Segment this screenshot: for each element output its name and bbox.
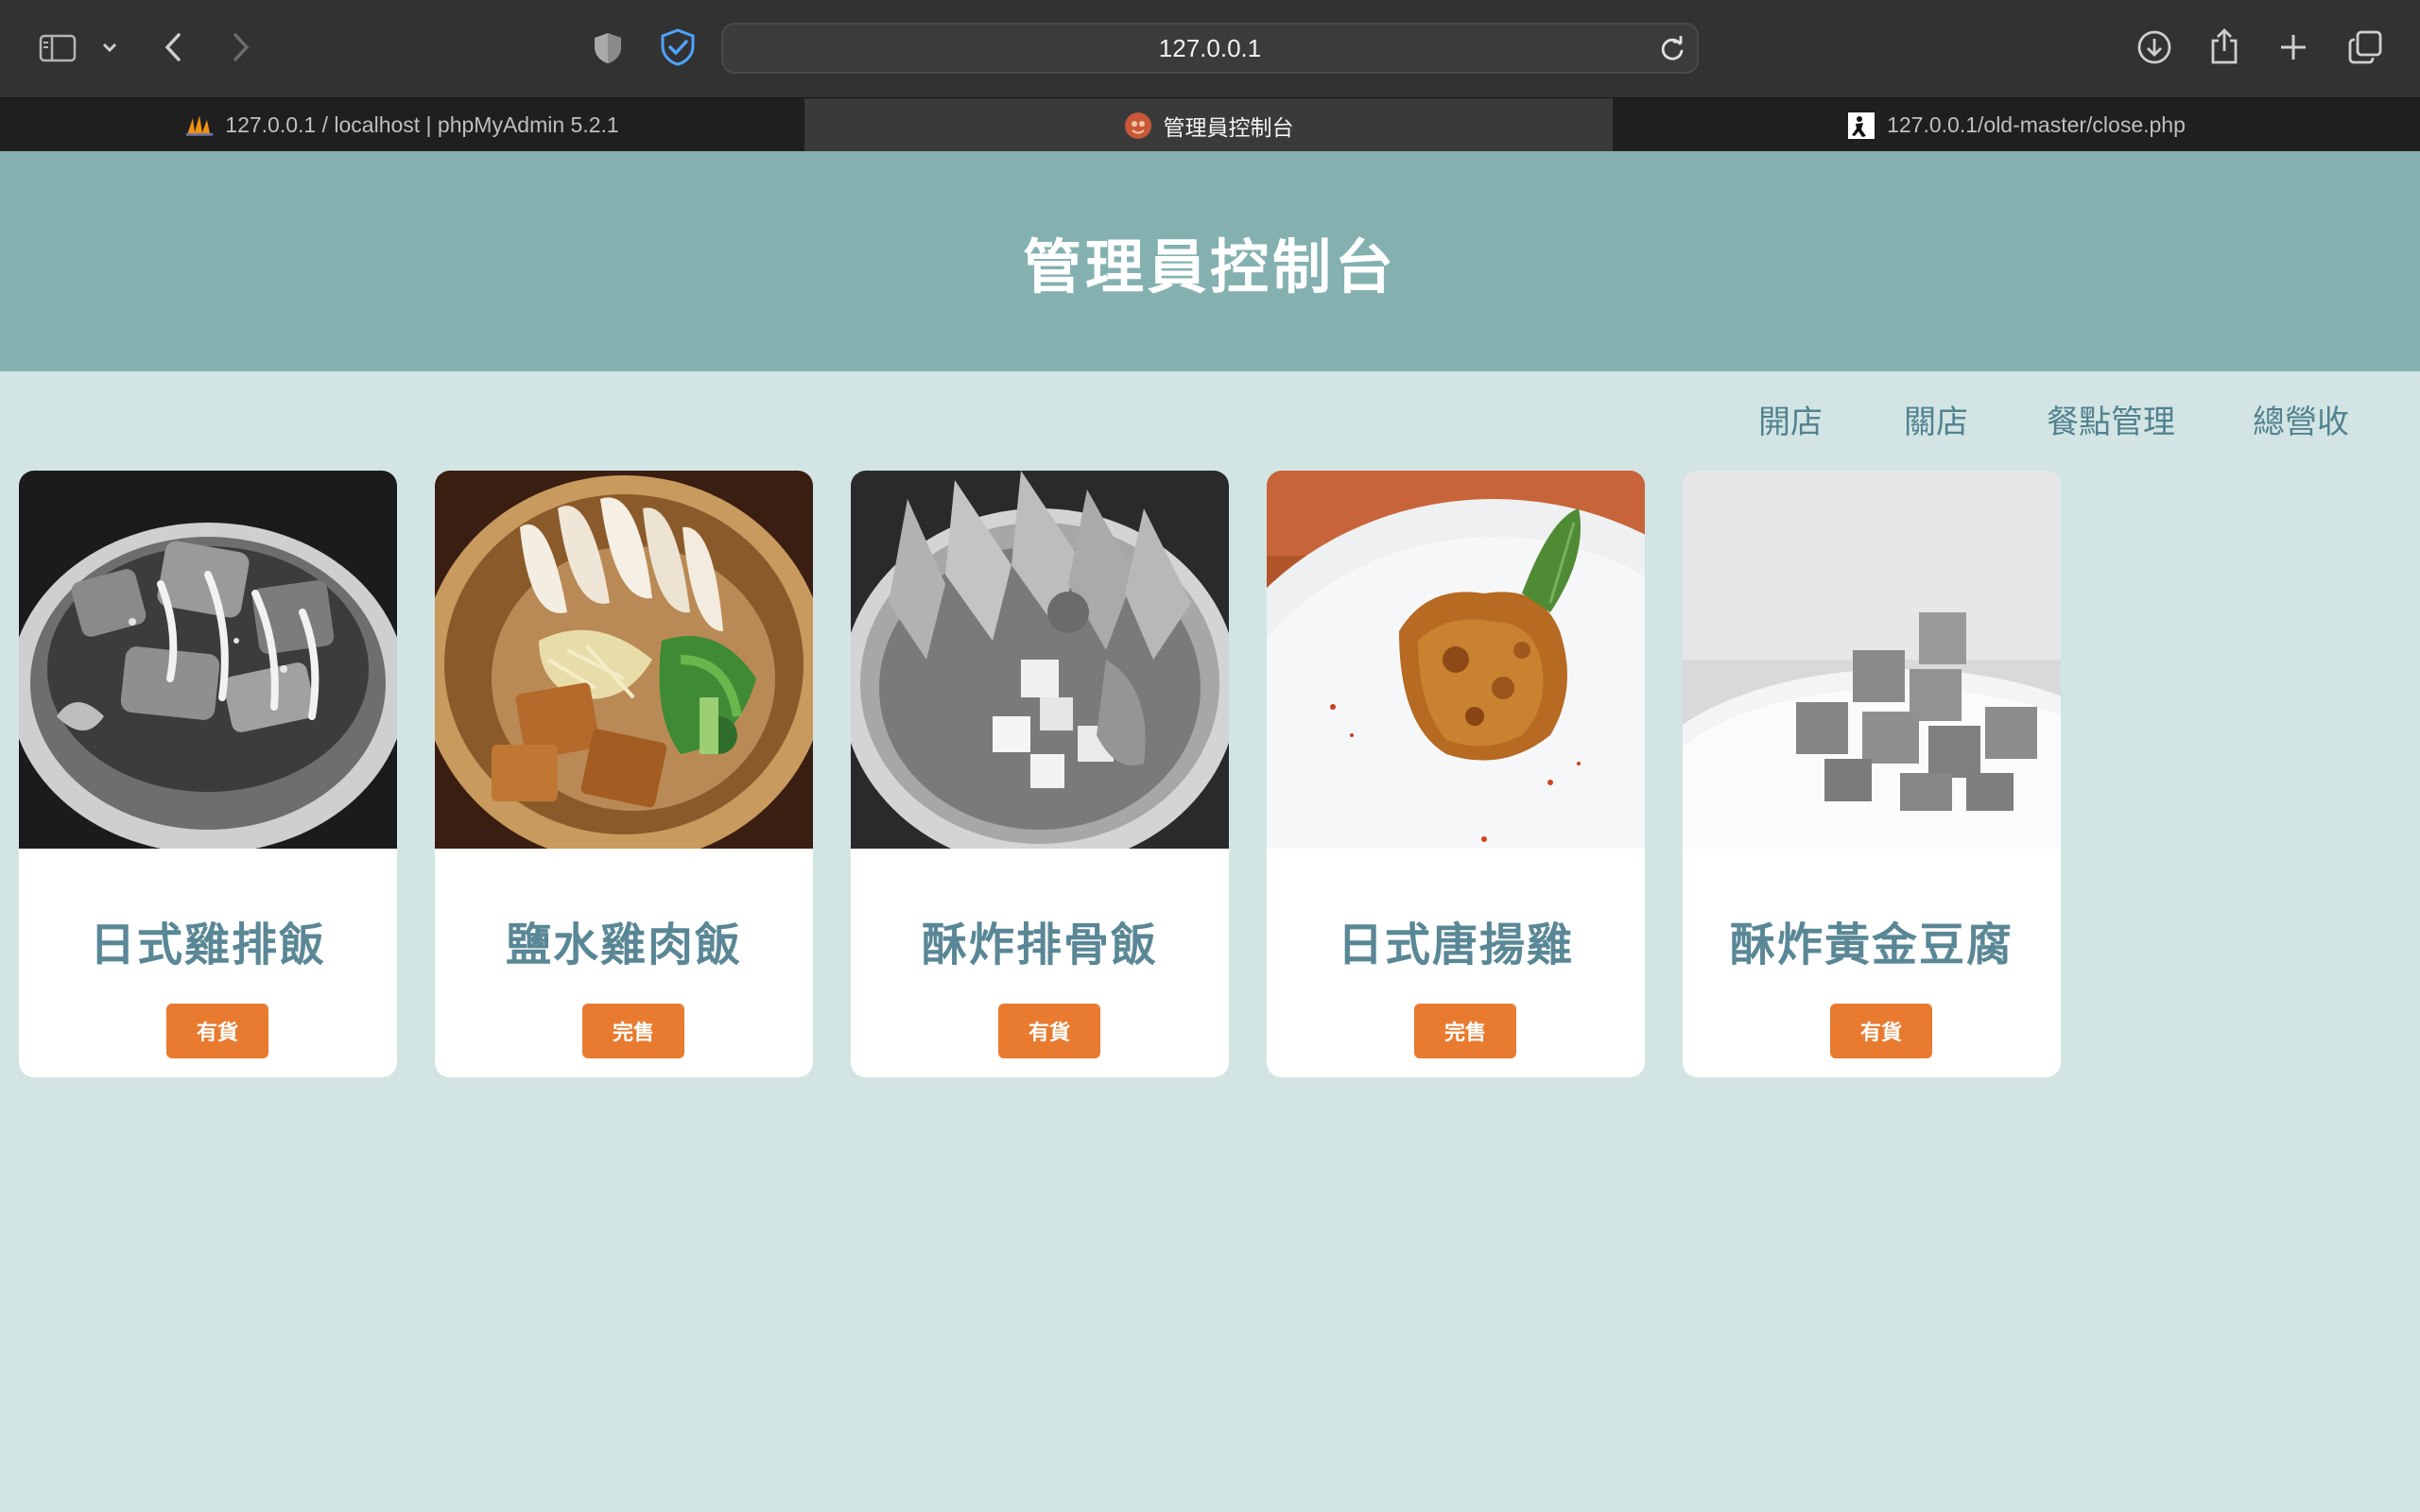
tab-bar: 127.0.0.1 / localhost | phpMyAdmin 5.2.1…	[0, 97, 2420, 152]
site-favicon-icon	[1124, 112, 1152, 140]
forward-arrow-icon[interactable]	[227, 30, 255, 64]
food-photo-fried-pork-chop-rice	[851, 471, 1229, 849]
stock-status-button[interactable]: 有貨	[1830, 1004, 1932, 1058]
menu-card: 日式唐揚雞 完售	[1267, 471, 1645, 1077]
reload-icon[interactable]	[1659, 34, 1685, 66]
page-header: 管理員控制台	[0, 151, 2420, 371]
adblock-shield-icon[interactable]	[659, 28, 697, 66]
privacy-shield-icon[interactable]	[590, 30, 626, 66]
tab-label: 127.0.0.1 / localhost | phpMyAdmin 5.2.1	[225, 112, 619, 137]
share-icon[interactable]	[2206, 26, 2242, 66]
stock-status-button[interactable]: 有貨	[998, 1004, 1100, 1058]
menu-item-name: 酥炸排骨飯	[921, 919, 1158, 971]
menu-card: 酥炸排骨飯 有貨	[851, 471, 1229, 1077]
phpmyadmin-logo-icon	[185, 112, 214, 140]
page-content: 管理員控制台 開店 關店 餐點管理 總營收 日式雞排飯 有貨 鹽水雞肉飯 完售 …	[0, 151, 2420, 1512]
food-photo-salted-chicken-rice	[435, 471, 813, 849]
menu-item-name: 日式雞排飯	[89, 919, 326, 971]
menu-card: 日式雞排飯 有貨	[19, 471, 397, 1077]
back-arrow-icon[interactable]	[159, 30, 187, 64]
stock-status-button[interactable]: 完售	[1414, 1004, 1516, 1058]
menu-card: 酥炸黃金豆腐 有貨	[1683, 471, 2061, 1077]
food-photo-chicken-cutlet-rice	[19, 471, 397, 849]
tab-label: 管理員控制台	[1163, 114, 1294, 140]
food-photo-karaage-chicken	[1267, 471, 1645, 849]
tab-overview-icon[interactable]	[2346, 28, 2384, 66]
address-bar[interactable]: 127.0.0.1	[721, 23, 1699, 74]
top-nav: 開店 關店 餐點管理 總營收	[0, 371, 2420, 456]
stock-status-button[interactable]: 完售	[582, 1004, 684, 1058]
download-icon[interactable]	[2135, 28, 2173, 66]
menu-item-name: 鹽水雞肉飯	[505, 919, 742, 971]
page-title: 管理員控制台	[1022, 232, 1397, 301]
nav-total-revenue[interactable]: 總營收	[2253, 396, 2349, 442]
menu-item-name: 日式唐揚雞	[1337, 919, 1574, 971]
tab-admin-console[interactable]: 管理員控制台	[805, 98, 1613, 152]
tab-label: 127.0.0.1/old-master/close.php	[1887, 112, 2186, 137]
menu-item-name: 酥炸黃金豆腐	[1729, 919, 2014, 971]
nav-menu-management[interactable]: 餐點管理	[2047, 396, 2175, 442]
food-photo-fried-tofu	[1683, 471, 2061, 849]
stock-status-button[interactable]: 有貨	[166, 1004, 268, 1058]
nav-open-store[interactable]: 開店	[1758, 396, 1823, 442]
tab-close-php[interactable]: 127.0.0.1/old-master/close.php	[1613, 98, 2420, 152]
chevron-down-icon[interactable]	[98, 36, 121, 59]
sidebar-toggle-icon[interactable]	[36, 32, 79, 64]
document-favicon-icon	[1847, 112, 1876, 140]
address-text: 127.0.0.1	[1158, 33, 1262, 62]
browser-toolbar: 127.0.0.1	[0, 0, 2420, 97]
tab-phpmyadmin[interactable]: 127.0.0.1 / localhost | phpMyAdmin 5.2.1	[0, 98, 805, 152]
nav-close-store[interactable]: 關店	[1904, 396, 1968, 442]
new-tab-plus-icon[interactable]	[2276, 30, 2310, 64]
menu-card: 鹽水雞肉飯 完售	[435, 471, 813, 1077]
